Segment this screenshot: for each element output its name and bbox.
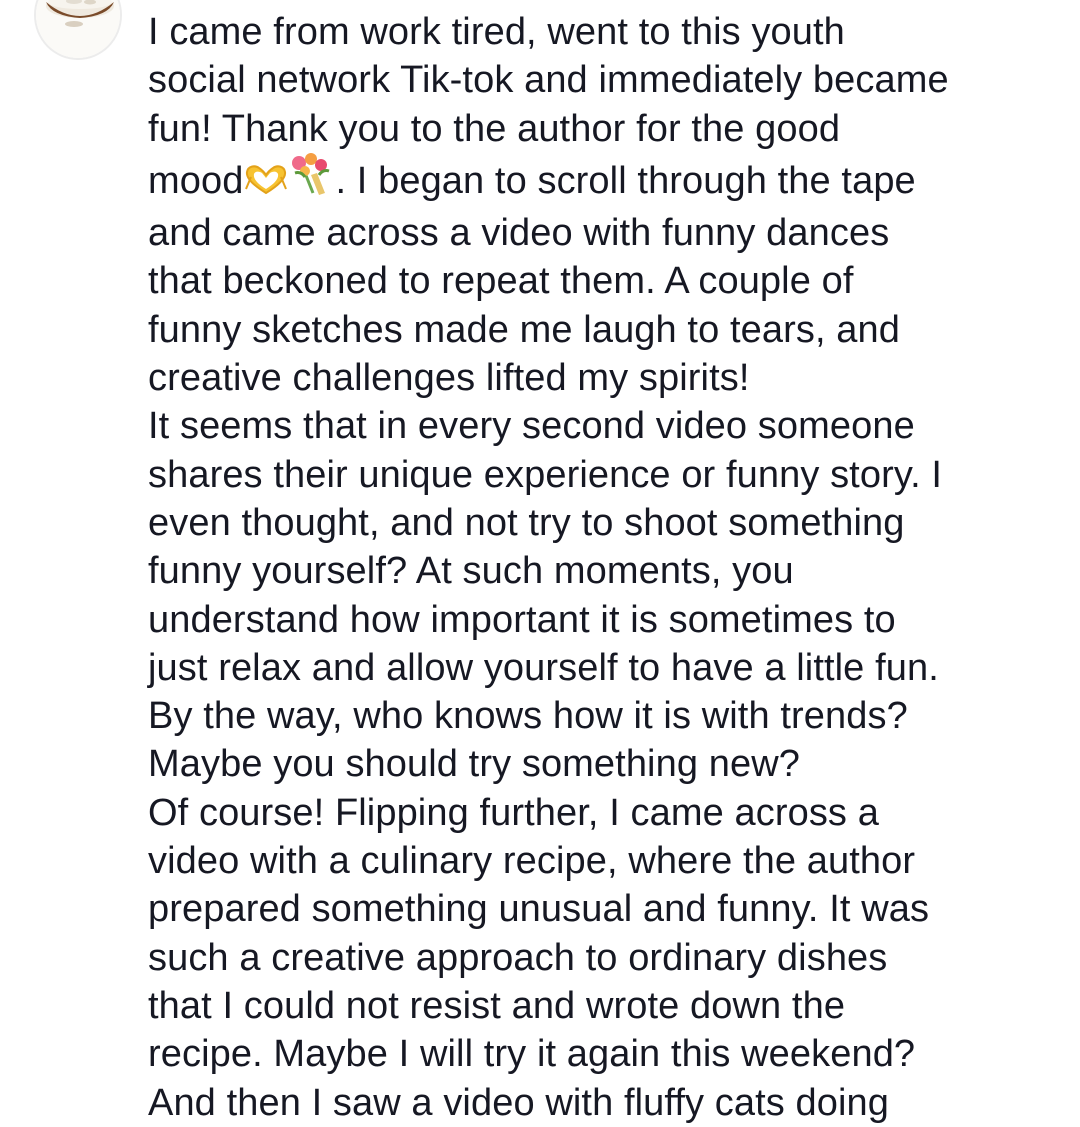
comment-line: Maybe you should try something new?: [148, 743, 800, 786]
comment-line: and came across a video with funny dance…: [148, 212, 890, 255]
bouquet-icon: [289, 152, 335, 209]
comment-line: prepared something unusual and funny. It…: [148, 888, 930, 931]
comment-line: that beckoned to repeat them. A couple o…: [148, 260, 854, 303]
comment-line: video with a culinary recipe, where the …: [148, 840, 916, 883]
comment-line: creative challenges lifted my spirits!: [148, 357, 750, 400]
comment-line: such a creative approach to ordinary dis…: [148, 936, 888, 979]
comment-line: Of course! Flipping further, I came acro…: [148, 791, 879, 834]
comment-line: social network Tik-tok and immediately b…: [148, 59, 949, 102]
food-bowl-avatar-icon: [36, 0, 120, 58]
comment-line: shares their unique experience or funny …: [148, 453, 943, 496]
comment-line: By the way, who knows how it is with tre…: [148, 695, 908, 738]
comment-line: mood . I began to scroll through the tap…: [148, 152, 1053, 209]
comment-line: funny sketches made me laugh to tears, a…: [148, 308, 900, 351]
comment-line: that I could not resist and wrote down t…: [148, 984, 846, 1027]
comment-line: fun! Thank you to the author for the goo…: [148, 107, 841, 150]
user-avatar[interactable]: [34, 0, 122, 60]
comment-item: I came from work tired, went to this you…: [0, 0, 1080, 1124]
comment-line: funny yourself? At such moments, you: [148, 550, 794, 593]
comment-line: just relax and allow yourself to have a …: [148, 646, 939, 689]
comment-line: I came from work tired, went to this you…: [148, 11, 845, 53]
comment-fragment: mood: [148, 159, 244, 202]
comment-line: It seems that in every second video some…: [148, 405, 915, 448]
comment-line: recipe. Maybe I will try it again this w…: [148, 1033, 916, 1076]
comment-text: I came from work tired, went to this you…: [148, 8, 1053, 1127]
heart-hands-icon: [243, 161, 289, 209]
comment-line: understand how important it is sometimes…: [148, 598, 896, 641]
comment-fragment: . I began to scroll through the tape: [335, 159, 916, 202]
comment-line: even thought, and not try to shoot somet…: [148, 501, 905, 544]
